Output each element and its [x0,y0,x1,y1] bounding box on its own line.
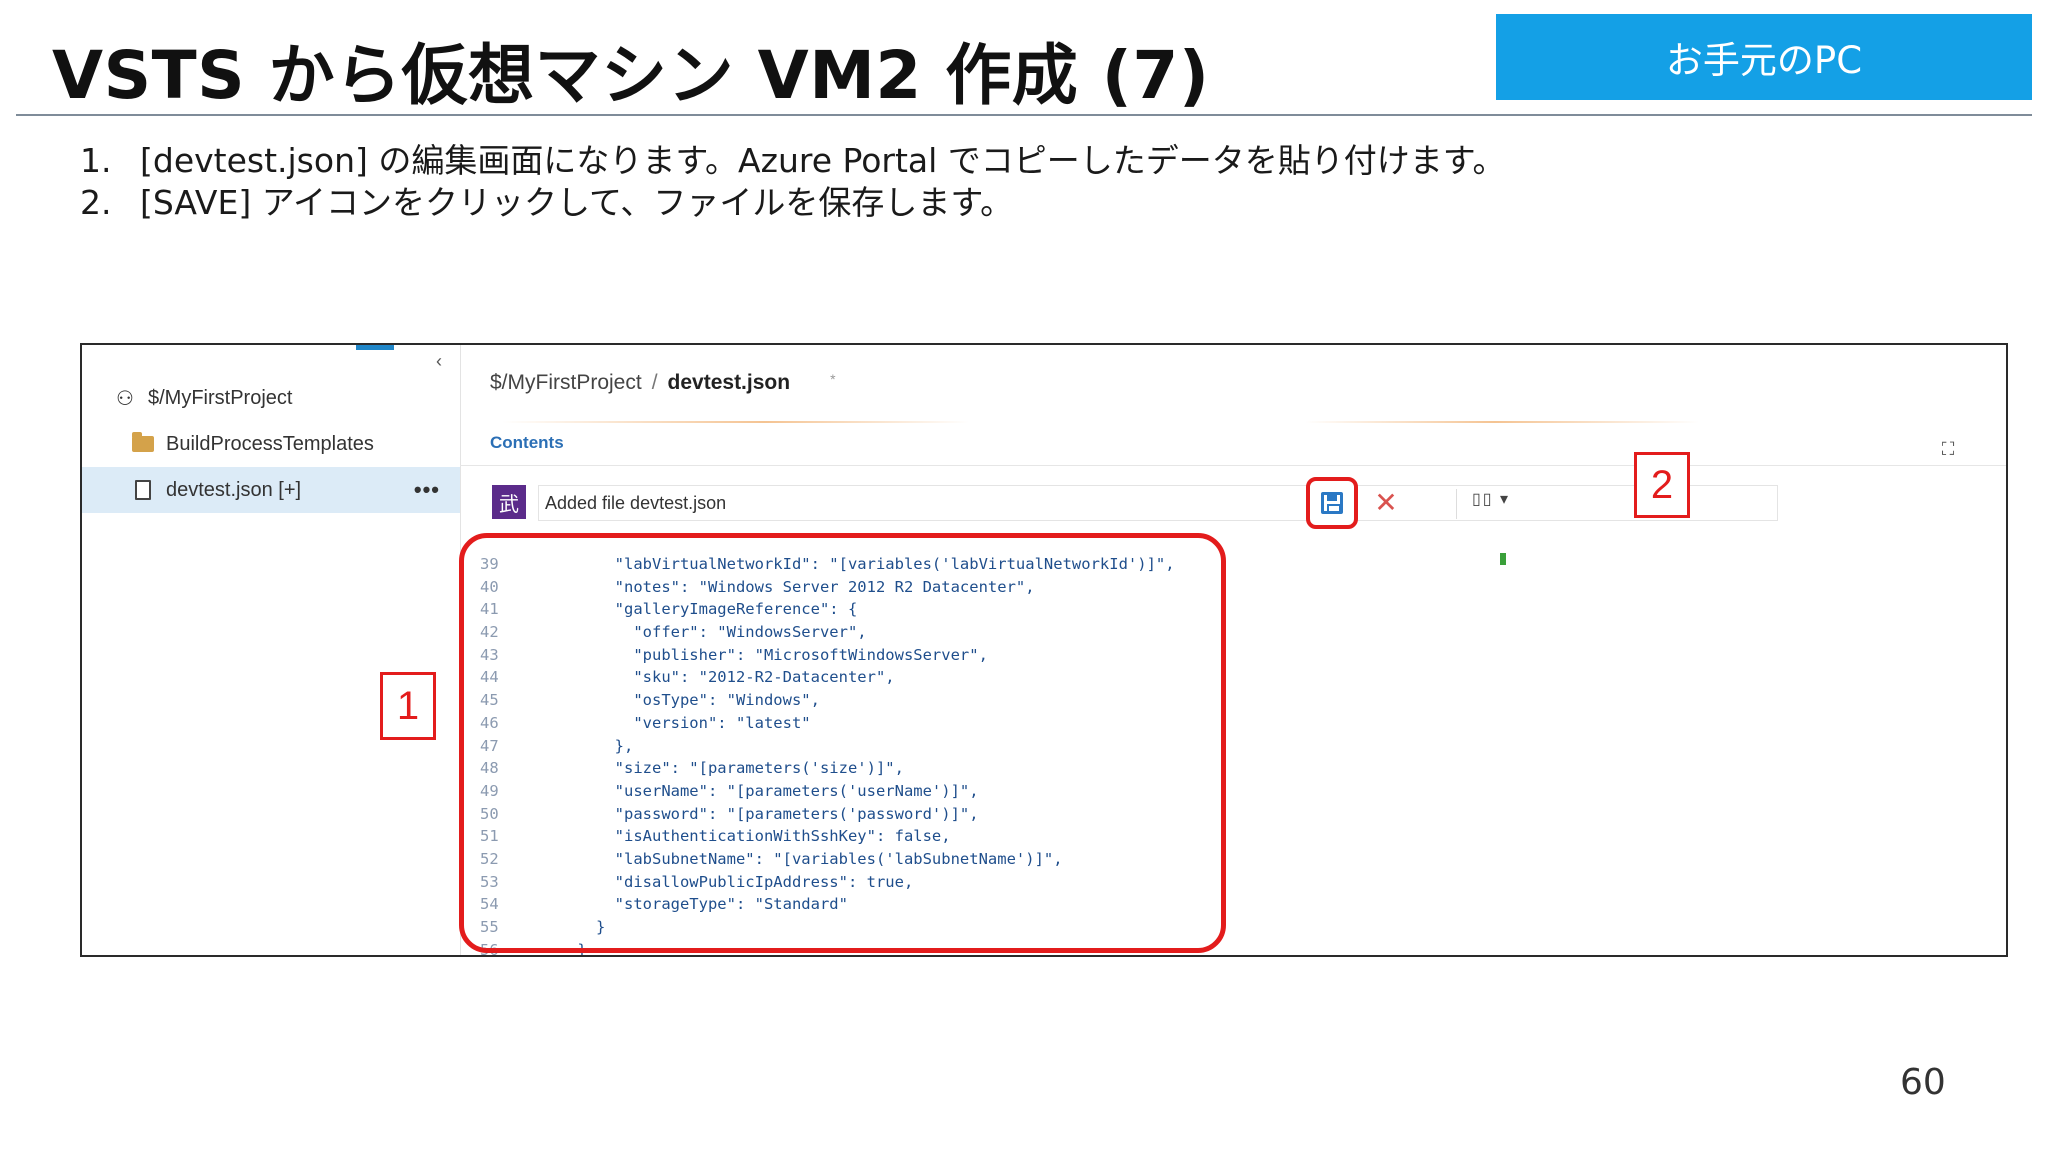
instruction-2: 2. [SAVE] アイコンをクリックして、ファイルを保存します。 [80,182,1506,224]
instruction-number: 2. [80,183,112,222]
breadcrumb-file: devtest.json [667,371,791,394]
callout-1: 1 [380,672,436,740]
breadcrumb-separator: / [651,371,658,394]
avatar: 武 [492,485,526,519]
sidebar: ‹ ⚇ $/MyFirstProject BuildProcessTemplat… [82,345,460,955]
unsaved-marker: * [830,371,836,387]
instruction-number: 1. [80,141,112,180]
save-button[interactable] [1306,477,1358,529]
folder-icon [130,432,156,455]
sidebar-item-root[interactable]: ⚇ $/MyFirstProject [82,375,460,421]
sidebar-item-label: $/MyFirstProject [148,386,293,409]
view-toggle-button[interactable]: ▯▯ ▾ [1472,489,1510,509]
environment-badge: お手元のPC [1496,14,2032,100]
more-options-icon[interactable]: ••• [414,477,440,503]
toolbar-divider [1456,489,1457,519]
tab-underline [460,465,2006,466]
callout-2: 2 [1634,452,1690,518]
title-rule [16,114,2032,116]
collapse-sidebar-icon[interactable]: ‹ [436,351,442,372]
fullscreen-icon[interactable]: ⛶ [1936,437,1960,461]
breadcrumb-root[interactable]: $/MyFirstProject [490,371,642,394]
page-number: 60 [1900,1062,1946,1103]
repository-icon: ⚇ [116,387,134,410]
instruction-list: 1. [devtest.json] の編集画面になります。Azure Porta… [80,140,1506,224]
commit-message-input[interactable] [538,485,1778,521]
sidebar-item-devtest-json[interactable]: devtest.json [+] ••• [82,467,460,513]
slide-title: VSTS から仮想マシン VM2 作成 (7) [52,37,1210,114]
discard-icon[interactable]: ✕ [1368,485,1404,521]
sidebar-item-label: BuildProcessTemplates [166,432,374,455]
instruction-text: [SAVE] アイコンをクリックして、ファイルを保存します。 [140,183,1014,222]
save-icon [1321,492,1343,514]
sidebar-item-buildprocesstemplates[interactable]: BuildProcessTemplates [82,421,460,467]
loading-indicator [502,421,1962,423]
sidebar-active-indicator [356,345,394,350]
json-file-icon [130,479,156,501]
code-highlight-box [459,533,1226,953]
instruction-text: [devtest.json] の編集画面になります。Azure Portal で… [140,141,1506,180]
sidebar-item-label: devtest.json [+] [166,478,302,501]
tab-contents[interactable]: Contents [490,433,564,453]
editor-scrollbar[interactable] [1500,553,1506,565]
instruction-1: 1. [devtest.json] の編集画面になります。Azure Porta… [80,140,1506,182]
breadcrumb: $/MyFirstProject / devtest.json * [490,371,836,395]
